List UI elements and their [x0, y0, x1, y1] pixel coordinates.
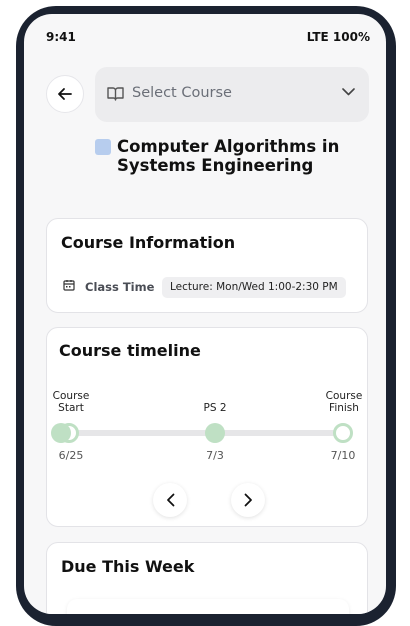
milestone-date-start: 6/25: [58, 449, 84, 462]
chevron-right-icon: [244, 493, 252, 507]
course-information-card: Course Information Class Time Lecture: M…: [46, 218, 368, 313]
course-timeline-card: Course timeline Course Start PS 2 Course…: [46, 327, 368, 527]
book-icon: [107, 87, 124, 101]
status-time: 9:41: [46, 30, 76, 44]
milestone-date-finish: 7/10: [330, 449, 356, 462]
arrow-left-icon: [58, 88, 72, 100]
milestone-label-start: Course Start: [52, 390, 90, 414]
due-this-week-title: Due This Week: [61, 557, 195, 576]
chevron-down-icon: [342, 88, 355, 96]
course-color-swatch: [95, 139, 111, 155]
milestone-marker-finish[interactable]: [333, 423, 353, 443]
milestone-date-ps2: 7/3: [206, 449, 224, 462]
course-select-dropdown[interactable]: Select Course: [95, 67, 369, 122]
course-select-placeholder: Select Course: [132, 85, 232, 101]
course-information-title: Course Information: [61, 233, 236, 252]
class-time-label: Class Time: [85, 280, 155, 294]
milestone-label-ps2: PS 2: [203, 402, 227, 414]
chevron-left-icon: [166, 493, 174, 507]
due-this-week-card: Due This Week: [46, 542, 368, 614]
status-network: LTE 100%: [306, 30, 370, 44]
course-title: Computer Algorithms in Systems Engineeri…: [117, 137, 340, 175]
timeline-prev-button[interactable]: [153, 483, 187, 517]
app-screen: 9:41 LTE 100% Select Course Computer Alg…: [24, 14, 386, 614]
course-timeline-title: Course timeline: [59, 341, 201, 360]
calendar-icon: [63, 280, 75, 291]
status-bar: 9:41 LTE 100%: [24, 30, 386, 48]
milestone-marker-ps2[interactable]: [205, 423, 225, 443]
timeline-next-button[interactable]: [231, 483, 265, 517]
milestone-marker-start[interactable]: [51, 423, 71, 443]
back-button[interactable]: [46, 75, 84, 113]
class-time-value: Lecture: Mon/Wed 1:00-2:30 PM: [162, 277, 346, 298]
due-item[interactable]: [67, 599, 349, 614]
milestone-label-finish: Course Finish: [325, 390, 363, 414]
